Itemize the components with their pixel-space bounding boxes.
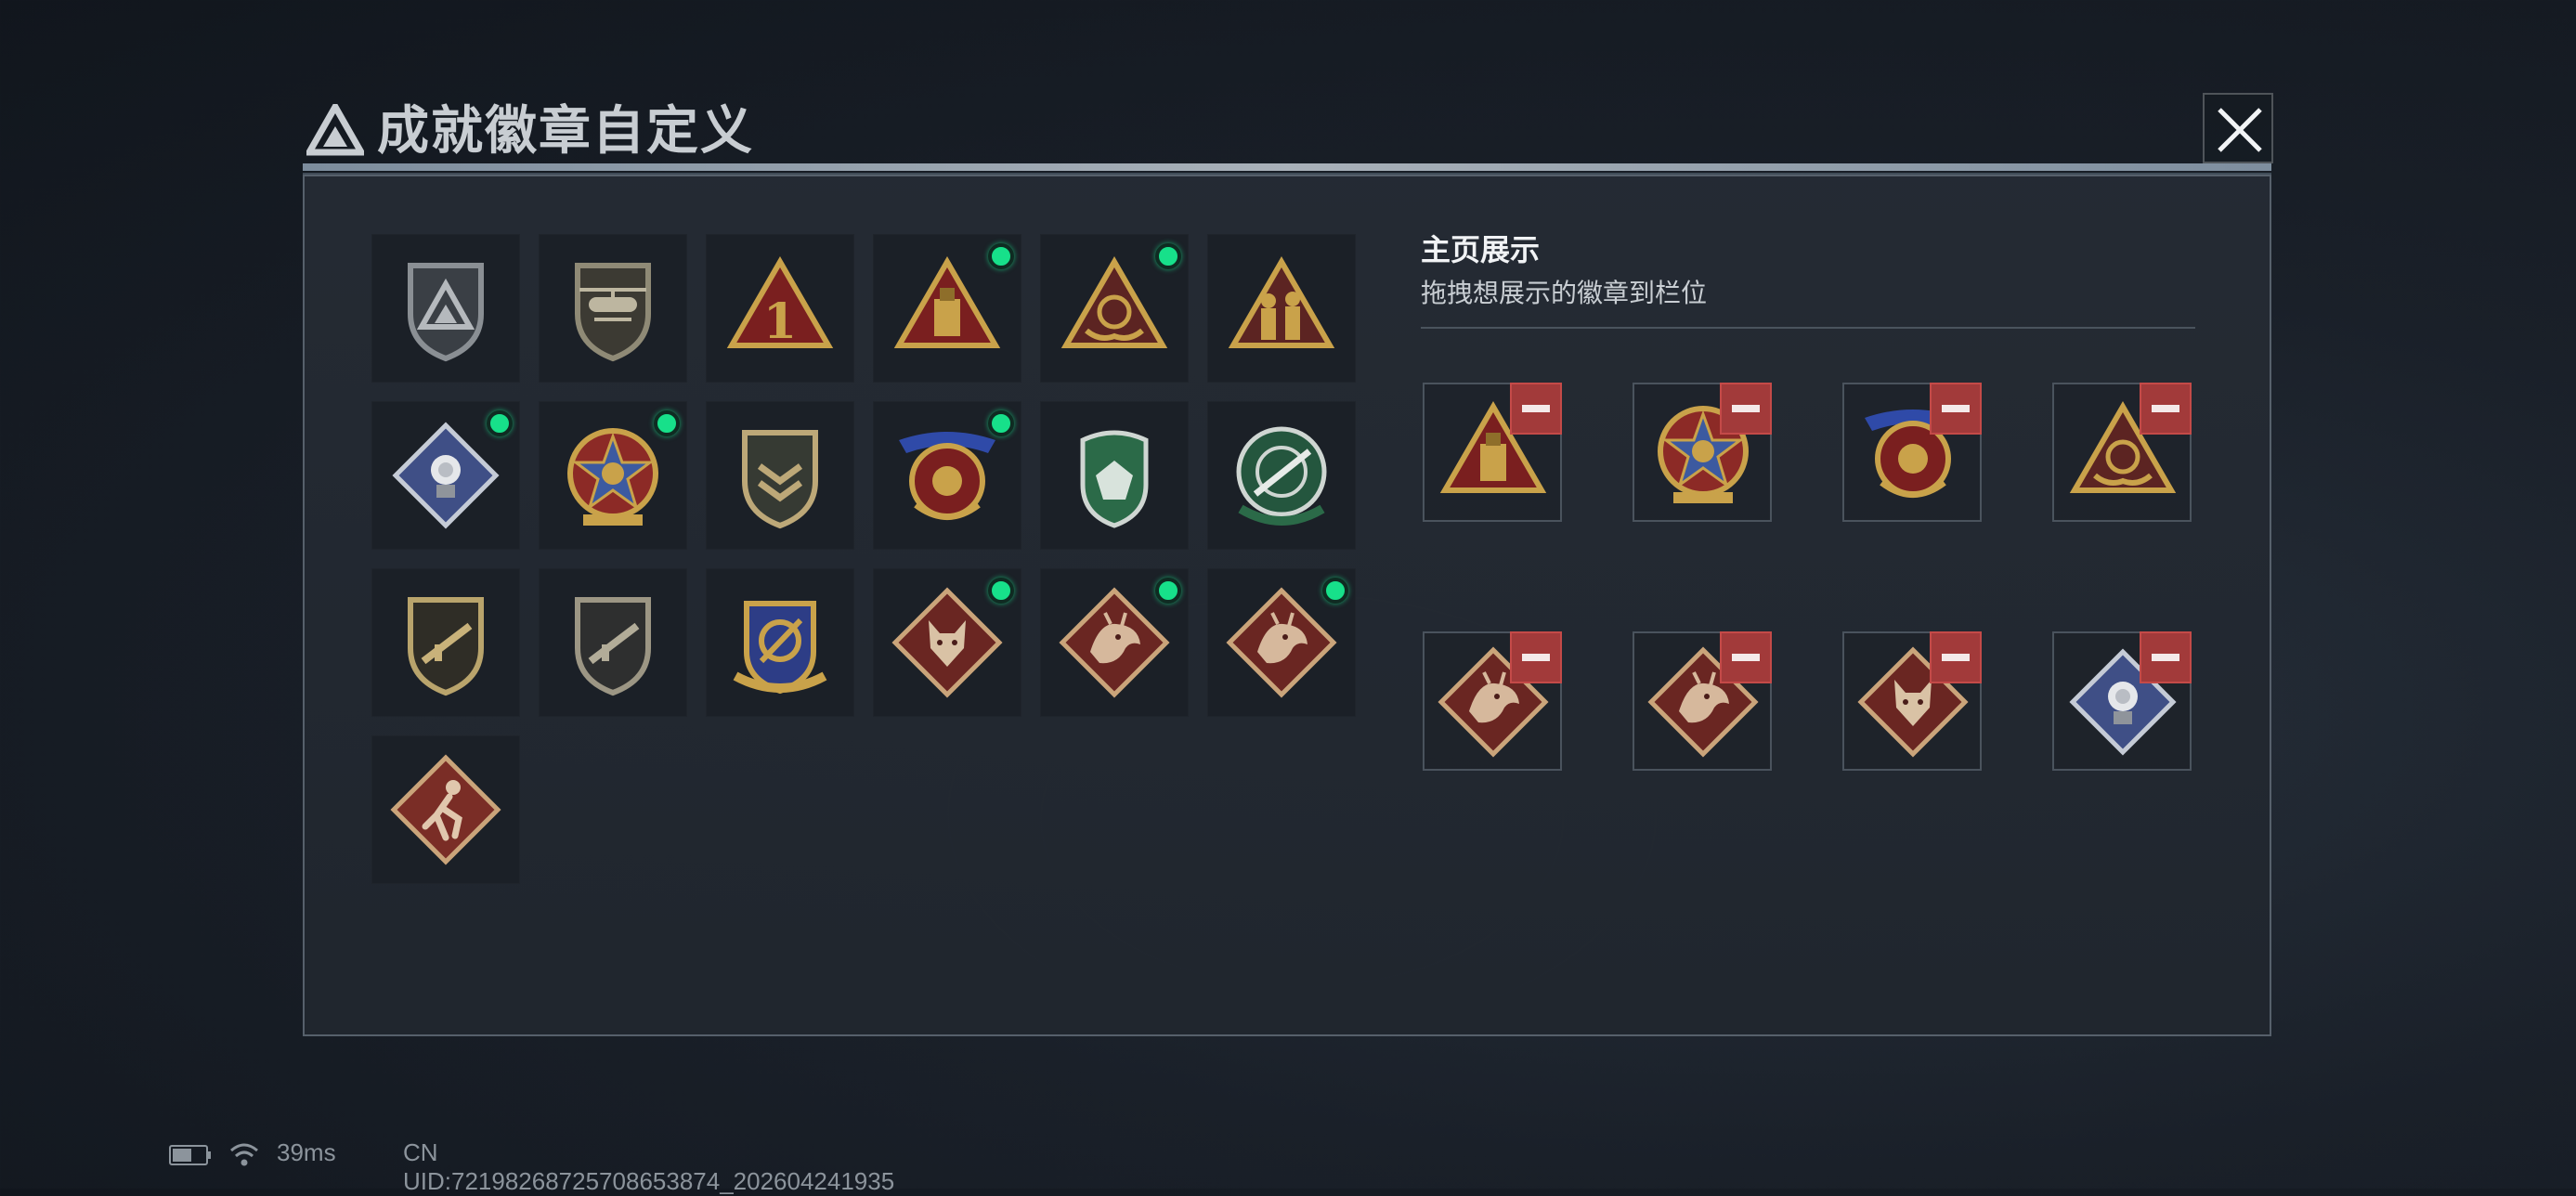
ping-readout: 39ms <box>277 1138 336 1166</box>
usb-drive-triangle-icon <box>893 256 1001 348</box>
star-medal-icon <box>567 428 658 526</box>
badge-cell[interactable] <box>1207 401 1356 550</box>
green-rifle-crosshair-icon <box>1236 426 1327 526</box>
new-badge-indicator <box>988 578 1014 604</box>
badge-cell[interactable] <box>1207 234 1356 383</box>
badge-cell[interactable] <box>371 735 520 884</box>
user-uid: CN UID:72198268725708653874_202604241935 <box>403 1138 895 1195</box>
number-one-triangle-icon: 1 <box>726 256 834 350</box>
svg-text:1: 1 <box>763 293 797 350</box>
display-slot[interactable] <box>1842 631 1982 771</box>
close-button[interactable] <box>2203 93 2273 163</box>
homepage-display-hint: 拖拽想展示的徽章到栏位 <box>1421 279 1708 307</box>
new-badge-indicator <box>1155 578 1181 604</box>
helicopter-shield-icon <box>575 263 651 362</box>
new-badge-indicator <box>487 410 513 436</box>
remove-badge-button[interactable] <box>1510 631 1562 683</box>
ribbon-crest-icon <box>899 432 995 520</box>
homepage-display-divider <box>1421 327 2195 329</box>
display-slot[interactable] <box>1633 383 1772 522</box>
badge-cell[interactable] <box>539 401 687 550</box>
gray-triangle-shield-icon <box>408 263 484 362</box>
remove-badge-button[interactable] <box>1930 631 1982 683</box>
page-title: 成就徽章自定义 <box>377 101 754 160</box>
display-slot[interactable] <box>1633 631 1772 771</box>
badge-cell[interactable] <box>371 568 520 717</box>
minus-icon <box>1732 654 1760 661</box>
rifle-shield-gray-icon <box>575 597 651 696</box>
header-divider <box>303 163 2271 171</box>
battery-icon <box>169 1145 211 1165</box>
minus-icon <box>2152 654 2179 661</box>
badge-cell[interactable] <box>371 234 520 383</box>
rose-diamond-icon <box>392 422 500 529</box>
badge-cell[interactable] <box>371 401 520 550</box>
minus-icon <box>1942 405 1970 412</box>
badge-cell[interactable] <box>706 568 854 717</box>
new-badge-indicator <box>654 410 680 436</box>
remove-badge-button[interactable] <box>2140 631 2192 683</box>
badge-cell[interactable] <box>539 568 687 717</box>
chevron-shield-icon <box>742 430 818 529</box>
wolf-diamond-icon <box>891 587 1003 698</box>
badge-cell[interactable] <box>1040 568 1189 717</box>
soldiers-triangle-icon <box>1228 256 1335 348</box>
remove-badge-button[interactable] <box>1720 631 1772 683</box>
green-gem-shield-icon <box>1080 430 1149 528</box>
display-slot[interactable] <box>1423 631 1562 771</box>
badge-customization-panel: 1 主页展示 拖拽想展示的徽章到栏位 <box>303 175 2271 1036</box>
window-header: 成就徽章自定义 <box>303 89 2271 173</box>
wifi-icon <box>230 1143 258 1166</box>
badge-cell[interactable] <box>1040 234 1189 383</box>
minus-icon <box>1522 654 1550 661</box>
minus-icon <box>1732 405 1760 412</box>
badge-cell[interactable] <box>873 401 1021 550</box>
blue-wrench-crest-icon <box>733 601 827 695</box>
new-badge-indicator <box>1322 578 1348 604</box>
display-slot[interactable] <box>2052 383 2192 522</box>
badge-cell[interactable] <box>873 568 1021 717</box>
remove-badge-button[interactable] <box>1930 383 1982 435</box>
dragon-diamond-icon <box>1059 587 1170 698</box>
minus-icon <box>1522 405 1550 412</box>
dragon-diamond-icon <box>1226 587 1337 698</box>
display-slot[interactable] <box>1842 383 1982 522</box>
badge-cell[interactable] <box>706 401 854 550</box>
badge-cell[interactable]: 1 <box>706 234 854 383</box>
remove-badge-button[interactable] <box>1720 383 1772 435</box>
rifle-shield-gold-icon <box>408 597 484 696</box>
badge-cell[interactable] <box>1040 401 1189 550</box>
display-slot[interactable] <box>1423 383 1562 522</box>
badge-cell[interactable] <box>539 234 687 383</box>
badge-cell[interactable] <box>1207 568 1356 717</box>
remove-badge-button[interactable] <box>1510 383 1562 435</box>
remove-badge-button[interactable] <box>2140 383 2192 435</box>
close-icon <box>2218 108 2262 152</box>
minus-icon <box>2152 405 2179 412</box>
badge-cell[interactable] <box>873 234 1021 383</box>
new-badge-indicator <box>988 243 1014 269</box>
logo-icon <box>306 104 364 156</box>
display-slot[interactable] <box>2052 631 2192 771</box>
homepage-display-title: 主页展示 <box>1421 233 1541 266</box>
runner-diamond-icon <box>390 754 501 865</box>
heart-hands-triangle-icon <box>1060 256 1168 348</box>
new-badge-indicator <box>1155 243 1181 269</box>
new-badge-indicator <box>988 410 1014 436</box>
minus-icon <box>1942 654 1970 661</box>
